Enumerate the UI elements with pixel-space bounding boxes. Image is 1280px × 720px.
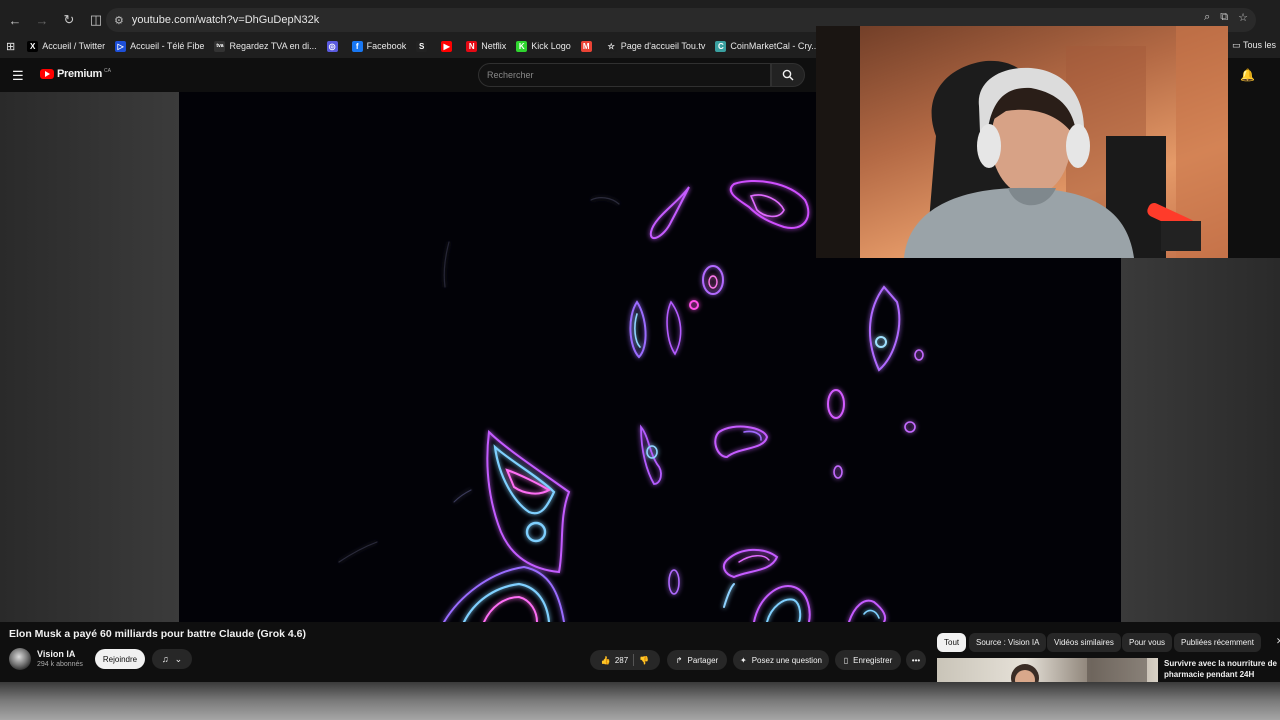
subscriber-count: 294 k abonnés (37, 661, 83, 668)
bookmark-item[interactable]: N Netflix (466, 40, 507, 52)
share-icon: ↱ (675, 655, 683, 665)
apps-icon[interactable]: ⊞ (6, 40, 15, 53)
bookmark-item[interactable]: ◎ (326, 40, 342, 52)
bookmark-label: Facebook (366, 41, 407, 51)
x-icon: X (27, 40, 39, 52)
folder-icon: ▭ (1232, 40, 1243, 50)
bookmark-item[interactable]: K Kick Logo (516, 40, 571, 52)
tva-icon: tva (214, 40, 226, 52)
dislike-button[interactable]: 👎 (639, 656, 649, 665)
divider (633, 654, 635, 666)
close-icon[interactable]: ✕ (1276, 636, 1280, 647)
site-info-icon[interactable]: ⚙ (114, 14, 124, 27)
bookmark-item[interactable]: X Accueil / Twitter (27, 40, 106, 52)
save-label: Enregistrer (853, 655, 893, 665)
chip-similar[interactable]: Vidéos similaires (1047, 633, 1121, 652)
back-icon[interactable]: ← (3, 8, 27, 32)
like-button[interactable]: 👍 287 (601, 656, 628, 665)
subscription-bell-button[interactable]: ♫ ⌄ (152, 649, 192, 669)
reload-icon[interactable]: ↻ (57, 8, 81, 32)
bookmark-label: Accueil - Télé Fibe (130, 41, 205, 51)
bookmark-label: Kick Logo (531, 41, 571, 51)
zoom-icon[interactable]: ⌕ (1204, 11, 1210, 24)
search-box[interactable] (478, 63, 771, 87)
logo-text: Premium (57, 68, 102, 80)
bookmark-label: Accueil / Twitter (42, 41, 106, 51)
coinmarketcal-icon: C (715, 40, 727, 52)
chip-for-you[interactable]: Pour vous (1122, 633, 1173, 652)
chip-source[interactable]: Source : Vision IA (969, 633, 1047, 652)
join-button[interactable]: Rejoindre (95, 649, 145, 669)
address-actions: ⌕ ⧉ ☆ (1204, 11, 1248, 24)
thumbnail-image (1011, 658, 1147, 682)
cast-icon[interactable]: ⧉ (1220, 11, 1228, 24)
bookmark-item[interactable]: S (416, 40, 431, 52)
video-title: Elon Musk a payé 60 milliards pour battr… (9, 628, 306, 640)
bookmark-icon: ▯ (843, 655, 849, 665)
recommendation-panel: Tout Source : Vision IA Vidéos similaire… (930, 622, 1280, 682)
more-icon: ••• (911, 655, 921, 665)
video-info: Elon Musk a payé 60 milliards pour battr… (0, 622, 930, 682)
bookmark-item[interactable]: f Facebook (351, 40, 407, 52)
region-code: CA (103, 67, 111, 74)
related-video-title[interactable]: Survivre avec la nourriture de pharmacie… (1164, 658, 1280, 680)
youtube-play-icon (40, 69, 54, 79)
facebook-icon: f (351, 40, 363, 52)
channel-avatar[interactable] (9, 648, 31, 670)
chip-recent[interactable]: Publiées récemment (1174, 633, 1261, 652)
bookmark-label: CoinMarketCal - Cry... (730, 41, 819, 51)
bookmark-label: Netflix (481, 41, 507, 51)
all-bookmarks-label: Tous les (1242, 40, 1276, 50)
address-url[interactable]: youtube.com/watch?v=DhGuDepN32k (132, 14, 319, 26)
chevron-down-icon: ⌄ (174, 653, 183, 664)
bookmark-item[interactable]: C CoinMarketCal - Cry... (715, 40, 819, 52)
search-icon (782, 69, 794, 81)
bell-icon: ♫ (161, 654, 169, 664)
bookmark-item[interactable]: ▶ (441, 40, 456, 52)
blurred-background-right (1121, 258, 1280, 622)
like-count: 287 (614, 655, 629, 665)
share-button[interactable]: ↱ Partager (667, 650, 727, 670)
ask-question-button[interactable]: ✦ Posez une question (733, 650, 829, 670)
split-view-icon[interactable]: ◫ (84, 8, 108, 32)
search-button[interactable] (771, 63, 805, 87)
forward-icon[interactable]: → (30, 8, 54, 32)
streamer-camera-feed (816, 26, 1228, 258)
like-dislike-group: 👍 287 👎 (590, 650, 660, 670)
netflix-icon: N (466, 40, 478, 52)
notifications-icon[interactable]: 🔔 (1240, 68, 1255, 82)
gmail-icon: M (580, 40, 592, 52)
share-label: Partager (687, 655, 719, 665)
webcam-overlay (816, 26, 1228, 258)
related-video-thumbnail[interactable] (937, 658, 1158, 682)
bookmark-item[interactable]: tva Regardez TVA en di... (214, 40, 317, 52)
ask-label: Posez une question (751, 655, 822, 665)
channel-name[interactable]: Vision IA (37, 649, 75, 659)
menu-icon[interactable]: ☰ (12, 68, 26, 84)
more-actions-button[interactable]: ••• (906, 650, 926, 670)
kick-icon: K (516, 40, 528, 52)
thumbs-up-icon: 👍 (600, 655, 611, 665)
bookmark-star-icon[interactable]: ☆ (1238, 11, 1248, 24)
sparkle-icon: ✦ (740, 655, 747, 665)
youtube-logo[interactable]: Premium CA (40, 68, 111, 80)
thumbs-down-icon: 👎 (639, 655, 650, 665)
chip-all[interactable]: Tout (937, 633, 967, 652)
bell-media-icon: ▷ (115, 40, 127, 52)
s-icon: S (416, 40, 428, 52)
bookmark-item[interactable]: ☆ Page d'accueil Tou.tv (605, 40, 706, 52)
blurred-background-left (0, 92, 179, 622)
save-button[interactable]: ▯ Enregistrer (835, 650, 901, 670)
bookmark-item[interactable]: M (580, 40, 596, 52)
search-input[interactable] (487, 70, 770, 80)
bookmark-label: Page d'accueil Tou.tv (620, 41, 706, 51)
toutv-icon: ☆ (605, 40, 617, 52)
desk-surface (0, 682, 1280, 720)
shield-icon: ◎ (326, 40, 338, 52)
bookmark-label: Regardez TVA en di... (229, 41, 317, 51)
all-bookmarks[interactable]: ▭ Tous les (1232, 40, 1276, 51)
bookmark-item[interactable]: ▷ Accueil - Télé Fibe (115, 40, 205, 52)
youtube-icon: ▶ (441, 40, 453, 52)
